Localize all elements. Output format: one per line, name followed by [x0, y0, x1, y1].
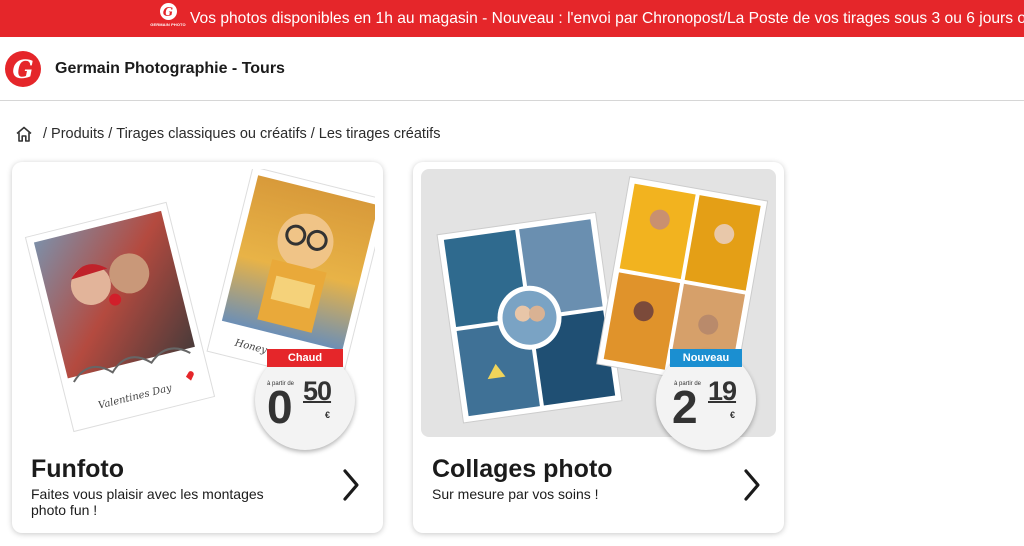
site-header: G Germain Photographie - Tours	[0, 37, 1024, 101]
brand-logo[interactable]: G	[5, 51, 41, 87]
store-name[interactable]: Germain Photographie - Tours	[55, 60, 285, 78]
card-title: Collages photo	[432, 455, 613, 483]
product-card-collages[interactable]: Nouveau à partir de 2 19 € Collages phot…	[413, 162, 784, 533]
badge-label-nouveau: Nouveau	[670, 349, 742, 367]
badge-currency: €	[730, 410, 736, 420]
badge-price-dec: 50	[303, 376, 332, 406]
chevron-right-icon[interactable]	[740, 465, 764, 505]
mini-logo-name: GERMAIN PHOTO	[150, 22, 186, 27]
germain-photo-mini-logo: G GERMAIN PHOTO	[150, 3, 186, 34]
card-description: Sur mesure par vos soins !	[432, 486, 599, 502]
breadcrumb: / Produits / Tirages classiques ou créat…	[15, 124, 440, 144]
chevron-right-icon[interactable]	[339, 465, 363, 505]
card-title: Funfoto	[31, 455, 125, 483]
badge-price-int: 0	[267, 381, 293, 433]
badge-price-dec: 19	[708, 376, 737, 406]
price-badge: Chaud à partir de 0 50 €	[255, 349, 355, 450]
badge-price-int: 2	[672, 381, 698, 433]
badge-label-chaud: Chaud	[267, 349, 343, 367]
promo-text: Vos photos disponibles en 1h au magasin …	[190, 10, 1024, 27]
breadcrumb-separator: /	[310, 126, 315, 142]
product-card-funfoto[interactable]: Honey - Bu Valentines Day Chaud à partir…	[12, 162, 383, 533]
breadcrumb-separator: /	[108, 126, 113, 142]
card-description: Faites vous plaisir avec les montages ph…	[31, 486, 264, 518]
breadcrumb-item-current: Les tirages créatifs	[318, 126, 441, 142]
badge-currency: €	[325, 410, 331, 420]
promo-banner: G GERMAIN PHOTO Vos photos disponibles e…	[0, 0, 1024, 37]
mini-logo-letter: G	[159, 3, 177, 20]
home-icon[interactable]	[15, 125, 33, 143]
breadcrumb-separator: /	[43, 126, 48, 142]
price-badge: Nouveau à partir de 2 19 €	[656, 349, 756, 450]
breadcrumb-item-tirages[interactable]: Tirages classiques ou créatifs	[116, 126, 306, 142]
breadcrumb-item-produits[interactable]: Produits	[51, 126, 104, 142]
